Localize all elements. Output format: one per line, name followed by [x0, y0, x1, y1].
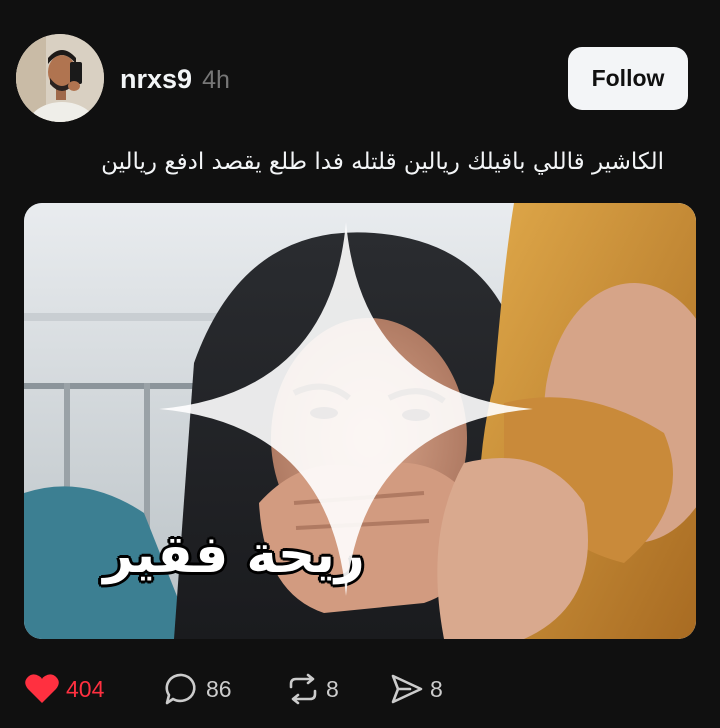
- heart-icon: [25, 674, 59, 703]
- post-header: nrxs9 4h: [120, 64, 230, 95]
- share-button[interactable]: 8: [390, 673, 443, 705]
- comment-icon: [165, 673, 196, 705]
- like-button[interactable]: 404: [24, 673, 164, 705]
- post: nrxs9 4h Follow الكاشير قاللي باقيلك ريا…: [0, 0, 720, 728]
- repost-count: 8: [326, 675, 339, 702]
- share-count: 8: [430, 675, 443, 702]
- post-caption: الكاشير قاللي باقيلك ريالين قلتله فدا طل…: [101, 149, 664, 175]
- repost-icon: [289, 673, 317, 705]
- follow-button[interactable]: Follow: [568, 47, 688, 110]
- send-icon: [391, 674, 423, 704]
- username[interactable]: nrxs9: [120, 64, 192, 95]
- timestamp: 4h: [202, 66, 230, 94]
- reply-count: 86: [206, 675, 232, 702]
- repost-button[interactable]: 8: [286, 673, 390, 705]
- like-count: 404: [66, 675, 105, 702]
- sparkle-icon: [159, 222, 533, 596]
- action-bar: 404 86 8 8: [24, 670, 443, 708]
- post-image[interactable]: ريحة فقير: [24, 203, 696, 639]
- avatar-image: [16, 34, 104, 122]
- avatar[interactable]: [16, 34, 104, 122]
- reply-button[interactable]: 86: [164, 672, 286, 706]
